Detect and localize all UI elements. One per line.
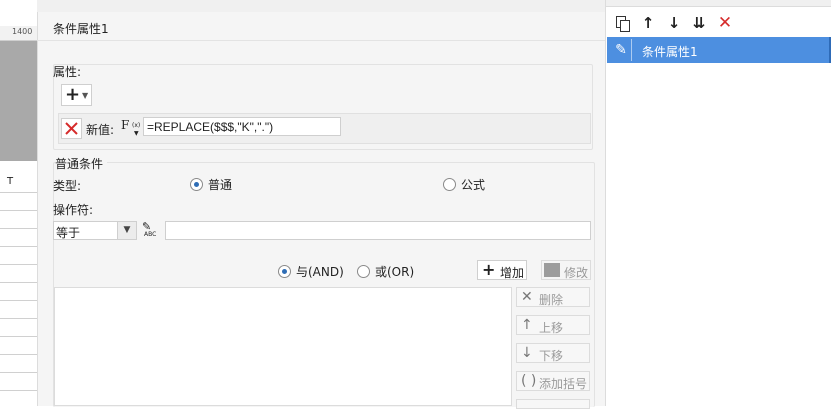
chevron-down-icon[interactable]: ▼ xyxy=(117,222,136,239)
add-bracket-label: 添加括号 xyxy=(539,377,588,391)
operand-input[interactable] xyxy=(165,221,591,240)
add-bracket-button[interactable]: ( ) 添加括号 xyxy=(516,371,590,391)
modify-condition-button[interactable]: 修改 xyxy=(541,260,591,280)
chevron-down-icon: ▼ xyxy=(134,130,139,137)
remove-value-button[interactable] xyxy=(61,118,82,139)
plus-icon: + xyxy=(65,84,81,105)
ruler-label: 1400 xyxy=(12,27,33,36)
operator-select[interactable]: 等于 ▼ xyxy=(53,221,137,240)
delete-condition-button[interactable]: ✕ 删除 xyxy=(516,287,590,307)
move-up-label: 上移 xyxy=(539,321,564,335)
grid-line xyxy=(0,300,37,301)
operator-label: 操作符: xyxy=(53,203,94,217)
move-down-icon[interactable]: ↓ xyxy=(665,14,683,32)
move-down-label: 下移 xyxy=(539,349,564,363)
grid-line xyxy=(0,354,37,355)
type-normal-radio[interactable]: 普通 xyxy=(190,176,232,193)
logic-or-label: 或(OR) xyxy=(375,265,415,279)
grid-line xyxy=(0,390,37,391)
add-condition-button[interactable]: + 增加 xyxy=(477,260,527,280)
arrow-down-icon: ↓ xyxy=(521,345,533,361)
panel-top-edge xyxy=(606,0,831,7)
radio-selected-icon xyxy=(190,178,203,191)
attribute-list-item[interactable]: ✎ 条件属性1 xyxy=(607,37,831,63)
operator-value: 等于 xyxy=(56,226,81,240)
dialog-title: 条件属性1 xyxy=(53,22,109,36)
copy-icon[interactable] xyxy=(613,14,631,32)
grid-line xyxy=(0,210,37,211)
condition-list[interactable] xyxy=(54,287,512,406)
type-formula-radio[interactable]: 公式 xyxy=(443,176,485,193)
bracket-icon: ( ) xyxy=(521,373,537,389)
radio-unselected-icon xyxy=(357,265,370,278)
close-icon xyxy=(65,122,78,135)
move-down-button[interactable]: ↓ 下移 xyxy=(516,343,590,363)
grid-line xyxy=(0,336,37,337)
radio-selected-icon xyxy=(278,265,291,278)
title-divider xyxy=(37,40,605,41)
add-property-button[interactable]: + ▼ xyxy=(61,84,92,106)
formula-button[interactable]: F (x) ▼ xyxy=(121,117,141,139)
type-normal-label: 普通 xyxy=(208,178,233,192)
grid-line xyxy=(0,246,37,247)
type-formula-label: 公式 xyxy=(461,178,486,192)
plus-icon: + xyxy=(482,260,496,279)
operand-type-button[interactable]: ✎ ABC xyxy=(142,220,162,242)
move-up-icon[interactable]: ↑ xyxy=(639,14,657,32)
move-to-bottom-icon[interactable]: ⇊ xyxy=(690,14,708,32)
grid-line xyxy=(0,282,37,283)
attribute-item-label: 条件属性1 xyxy=(642,45,698,59)
close-icon: ✕ xyxy=(521,289,533,305)
modify-condition-label: 修改 xyxy=(564,266,589,280)
pencil-icon: ✎ xyxy=(611,39,632,61)
logic-and-label: 与(AND) xyxy=(296,265,344,279)
arrow-up-icon: ↑ xyxy=(521,317,533,333)
add-condition-label: 增加 xyxy=(500,266,525,280)
column-header: T xyxy=(0,170,37,193)
move-up-button[interactable]: ↑ 上移 xyxy=(516,315,590,335)
new-value-input[interactable]: =REPLACE($$$,"K",".") xyxy=(143,117,341,136)
delete-icon[interactable]: ✕ xyxy=(716,14,734,32)
grid-line xyxy=(0,318,37,319)
grid-line xyxy=(0,264,37,265)
new-value-label: 新值: xyxy=(86,123,115,137)
edit-icon xyxy=(544,263,560,277)
type-label: 类型: xyxy=(53,179,82,193)
sheet-grey-area xyxy=(0,41,37,161)
grid-line xyxy=(0,372,37,373)
delete-condition-label: 删除 xyxy=(539,293,564,307)
column-label: T xyxy=(7,176,14,187)
logic-or-radio[interactable]: 或(OR) xyxy=(357,263,414,280)
remove-bracket-button[interactable] xyxy=(516,399,590,409)
chevron-down-icon: ▼ xyxy=(82,91,89,100)
condition-group-label: 普通条件 xyxy=(55,155,108,172)
radio-unselected-icon xyxy=(443,178,456,191)
logic-and-radio[interactable]: 与(AND) xyxy=(278,263,344,280)
grid-line xyxy=(0,228,37,229)
fx-icon: F xyxy=(121,118,130,132)
property-group-label: 属性: xyxy=(53,65,82,79)
